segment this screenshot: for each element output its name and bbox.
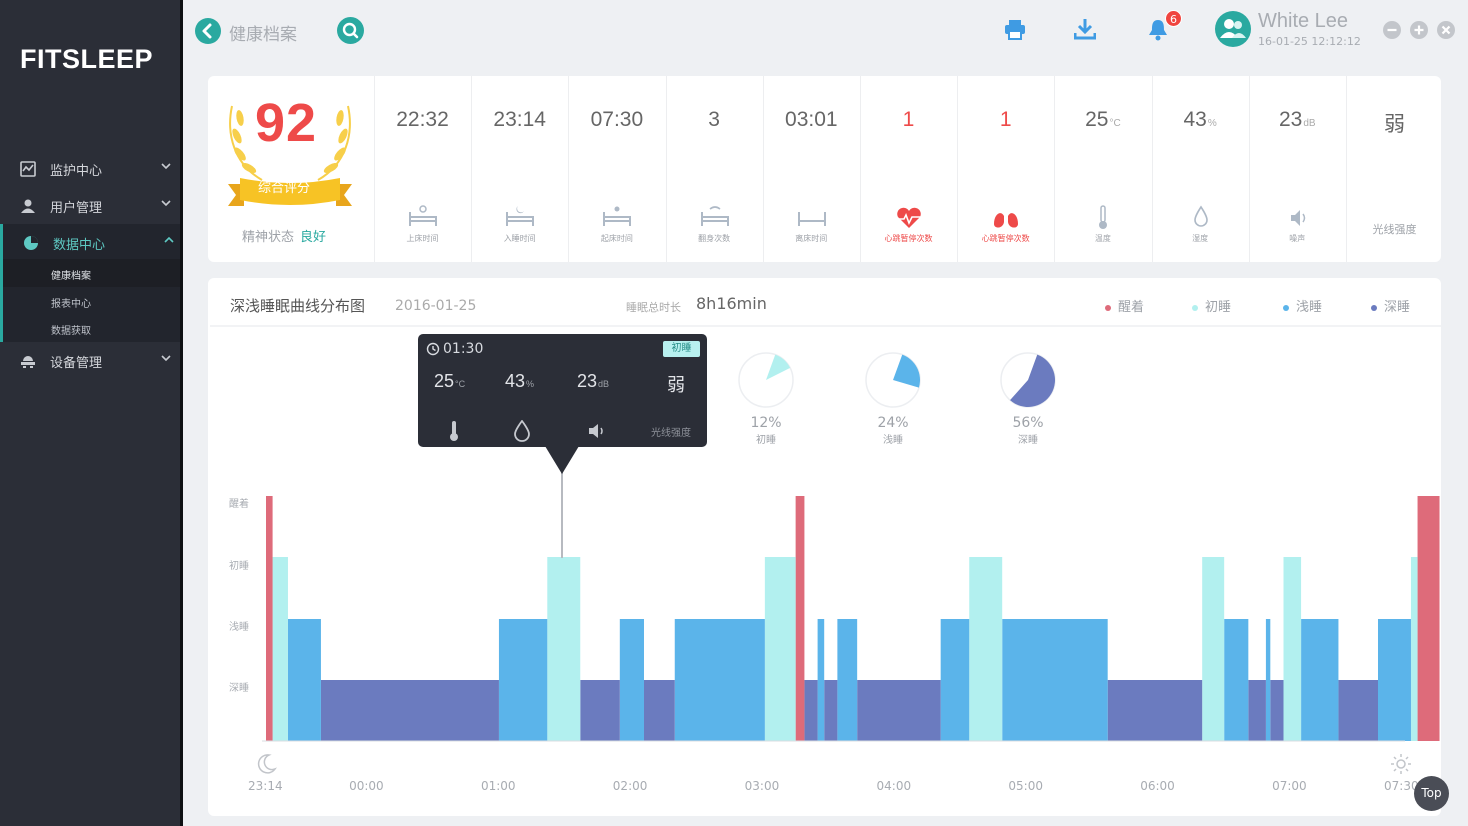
stage-bar[interactable] xyxy=(1338,680,1378,741)
x-tick-label: 05:00 xyxy=(1008,779,1043,793)
stage-bar[interactable] xyxy=(1224,619,1249,741)
stage-bar[interactable] xyxy=(1270,680,1284,741)
stage-bar[interactable] xyxy=(1002,619,1108,741)
stage-bar[interactable] xyxy=(1410,557,1418,741)
stage-bar[interactable] xyxy=(1283,557,1302,741)
stage-bar[interactable] xyxy=(1202,557,1225,741)
stage-bar[interactable] xyxy=(969,557,1003,741)
tooltip-temperature-unit: °C xyxy=(455,379,466,389)
stage-bar[interactable] xyxy=(764,557,796,741)
x-tick-label: 07:00 xyxy=(1272,779,1307,793)
sun-icon xyxy=(1391,754,1411,774)
stage-bar[interactable] xyxy=(547,557,581,741)
stage-bar[interactable] xyxy=(1248,680,1266,741)
tooltip-humidity-unit: % xyxy=(526,379,535,389)
x-tick-label: 00:00 xyxy=(349,779,384,793)
stage-bar[interactable] xyxy=(1301,619,1339,741)
x-tick-label: 04:00 xyxy=(876,779,912,793)
tooltip-noise-value: 23 xyxy=(577,371,598,391)
stage-bar[interactable] xyxy=(266,496,273,741)
stage-bar[interactable] xyxy=(580,680,620,741)
humidity-icon xyxy=(514,420,530,442)
stage-bar[interactable] xyxy=(498,619,548,741)
stage-bar[interactable] xyxy=(320,680,499,741)
tooltip-temperature-value: 25 xyxy=(434,371,455,391)
tooltip-light: 弱 xyxy=(667,375,685,395)
tooltip-arrow xyxy=(545,446,579,474)
clock-icon xyxy=(426,342,440,356)
stage-bar[interactable] xyxy=(1107,680,1203,741)
stage-bar[interactable] xyxy=(1265,619,1271,741)
stage-bar[interactable] xyxy=(817,619,825,741)
stage-bar[interactable] xyxy=(837,619,858,741)
stage-bar[interactable] xyxy=(619,619,644,741)
stage-bar[interactable] xyxy=(643,680,675,741)
tooltip-noise-unit: dB xyxy=(598,379,610,389)
tooltip-temperature: 25°C xyxy=(434,371,465,392)
sleep-stage-chart xyxy=(262,470,1440,742)
stage-bar[interactable] xyxy=(272,557,288,741)
stage-bar[interactable] xyxy=(1377,619,1411,741)
speaker-icon xyxy=(589,424,603,438)
thermometer-icon xyxy=(450,421,458,441)
stage-bar[interactable] xyxy=(795,496,805,741)
stage-bar[interactable] xyxy=(287,619,321,741)
back-to-top-button[interactable]: Top xyxy=(1414,776,1449,811)
x-tick-label: 03:00 xyxy=(744,779,780,793)
app-window: FITSLEEP 监护中心 用户管理 数据中心 健康档案 报表中心 数据获取 设… xyxy=(0,0,1468,826)
stage-bar[interactable] xyxy=(1417,496,1440,741)
x-tick-label: 02:00 xyxy=(612,779,648,793)
stage-bar[interactable] xyxy=(674,619,765,741)
x-tick-label: 01:00 xyxy=(480,779,516,793)
tooltip-humidity: 43% xyxy=(505,371,534,392)
stage-bar[interactable] xyxy=(824,680,838,741)
stage-bar[interactable] xyxy=(857,680,941,741)
stage-bar[interactable] xyxy=(940,619,970,741)
tooltip-humidity-value: 43 xyxy=(505,371,526,391)
stage-bar[interactable] xyxy=(804,680,818,741)
tooltip-stage-tag: 初睡 xyxy=(663,341,700,357)
x-tick-label: 23:14 xyxy=(248,779,283,793)
moon-icon xyxy=(257,754,277,774)
x-tick-label: 06:00 xyxy=(1140,779,1175,793)
tooltip-noise: 23dB xyxy=(577,371,609,392)
tooltip-time: 01:30 xyxy=(443,341,484,357)
tooltip-light-label: 光线强度 xyxy=(651,428,691,439)
